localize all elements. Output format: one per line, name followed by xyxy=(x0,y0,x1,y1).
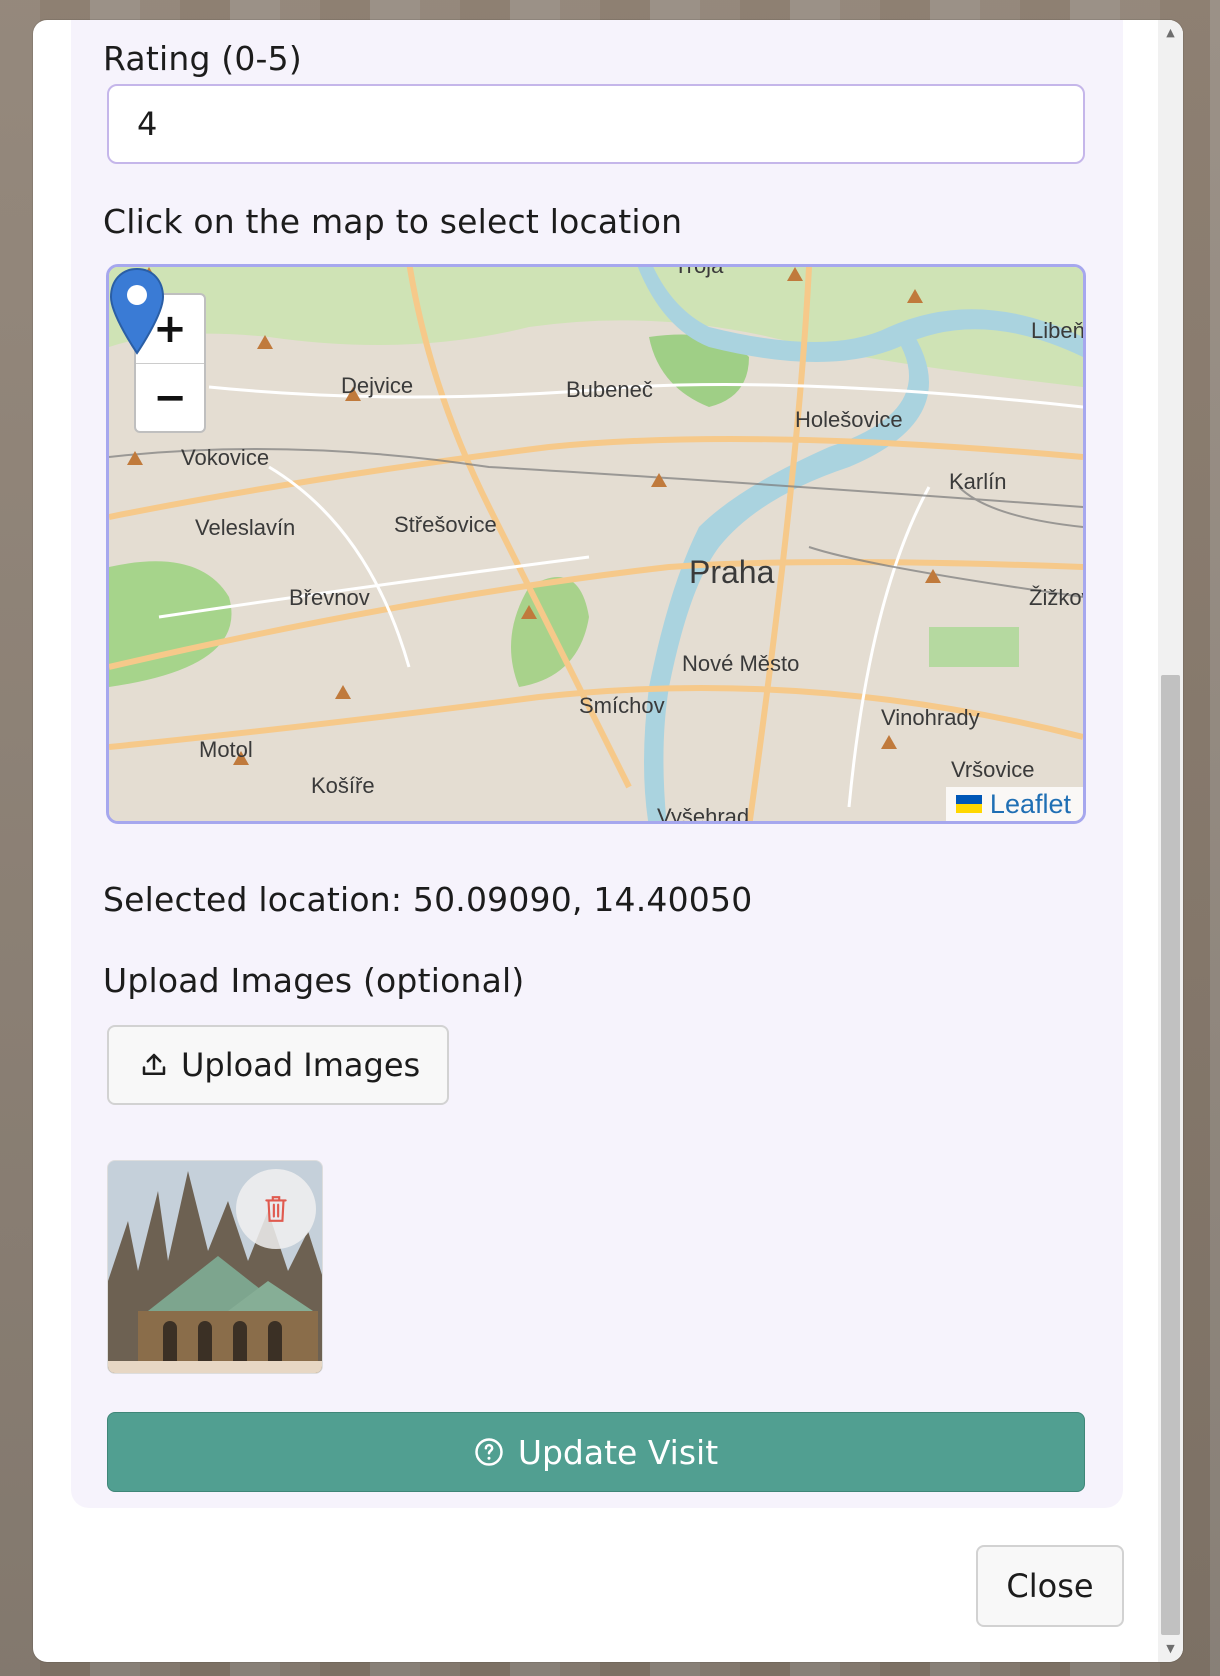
map-place-label: Vyšehrad xyxy=(657,804,749,821)
selected-location-text: Selected location: 50.09090, 14.40050 xyxy=(103,880,753,919)
update-visit-button[interactable]: Update Visit xyxy=(107,1412,1085,1492)
map-place-label: Žižkov xyxy=(1029,585,1083,610)
map-place-label: Smíchov xyxy=(579,693,665,718)
map-place-label: Vršovice xyxy=(951,757,1035,782)
scroll-thumb[interactable] xyxy=(1161,675,1180,1635)
map-place-label: Libeň xyxy=(1031,318,1083,343)
leaflet-link[interactable]: Leaflet xyxy=(990,789,1071,820)
map-place-label: Vokovice xyxy=(181,445,269,470)
upload-images-button-label: Upload Images xyxy=(181,1046,421,1084)
image-thumbnail xyxy=(107,1160,323,1374)
help-circle-icon xyxy=(475,1438,503,1466)
map-place-label: Karlín xyxy=(949,469,1006,494)
map-place-label: Troja xyxy=(674,267,724,278)
map-label: Click on the map to select location xyxy=(103,202,683,241)
scroll-down-arrow-icon[interactable]: ▼ xyxy=(1158,1638,1183,1660)
trash-icon xyxy=(265,1196,287,1222)
update-visit-button-label: Update Visit xyxy=(517,1432,719,1472)
map-place-label: Veleslavín xyxy=(195,515,295,540)
delete-image-button[interactable] xyxy=(236,1169,316,1249)
close-button[interactable]: Close xyxy=(976,1545,1124,1627)
map-place-label: Vinohrady xyxy=(881,705,980,730)
upload-icon xyxy=(142,1053,166,1075)
upload-images-button[interactable]: Upload Images xyxy=(107,1025,449,1105)
modal-scrollbar[interactable]: ▲ ▼ xyxy=(1158,20,1183,1662)
edit-visit-modal: Rating (0-5) Click on the map to select … xyxy=(33,20,1183,1662)
location-map[interactable]: Troja Dejvice Bubeneč Holešovice Libeň V… xyxy=(106,264,1086,824)
upload-images-label: Upload Images (optional) xyxy=(103,961,525,1000)
map-place-label: Nové Město xyxy=(682,651,799,676)
map-place-label: Motol xyxy=(199,737,253,762)
map-place-label: Střešovice xyxy=(394,512,497,537)
map-place-label: Holešovice xyxy=(795,407,903,432)
map-place-label: Dejvice xyxy=(341,373,413,398)
scroll-up-arrow-icon[interactable]: ▲ xyxy=(1158,22,1183,44)
rating-input[interactable] xyxy=(107,84,1085,164)
map-place-label: Praha xyxy=(689,554,775,590)
map-place-label: Košíře xyxy=(311,773,375,798)
rating-label: Rating (0-5) xyxy=(103,39,302,78)
zoom-out-button[interactable]: − xyxy=(136,363,204,431)
map-pin-icon[interactable] xyxy=(109,267,165,355)
map-place-label: Bubeneč xyxy=(566,377,653,402)
ukraine-flag-icon xyxy=(955,795,982,813)
map-tiles: Troja Dejvice Bubeneč Holešovice Libeň V… xyxy=(109,267,1083,821)
map-attribution[interactable]: Leaflet xyxy=(945,787,1083,821)
map-place-label: Břevnov xyxy=(289,585,370,610)
